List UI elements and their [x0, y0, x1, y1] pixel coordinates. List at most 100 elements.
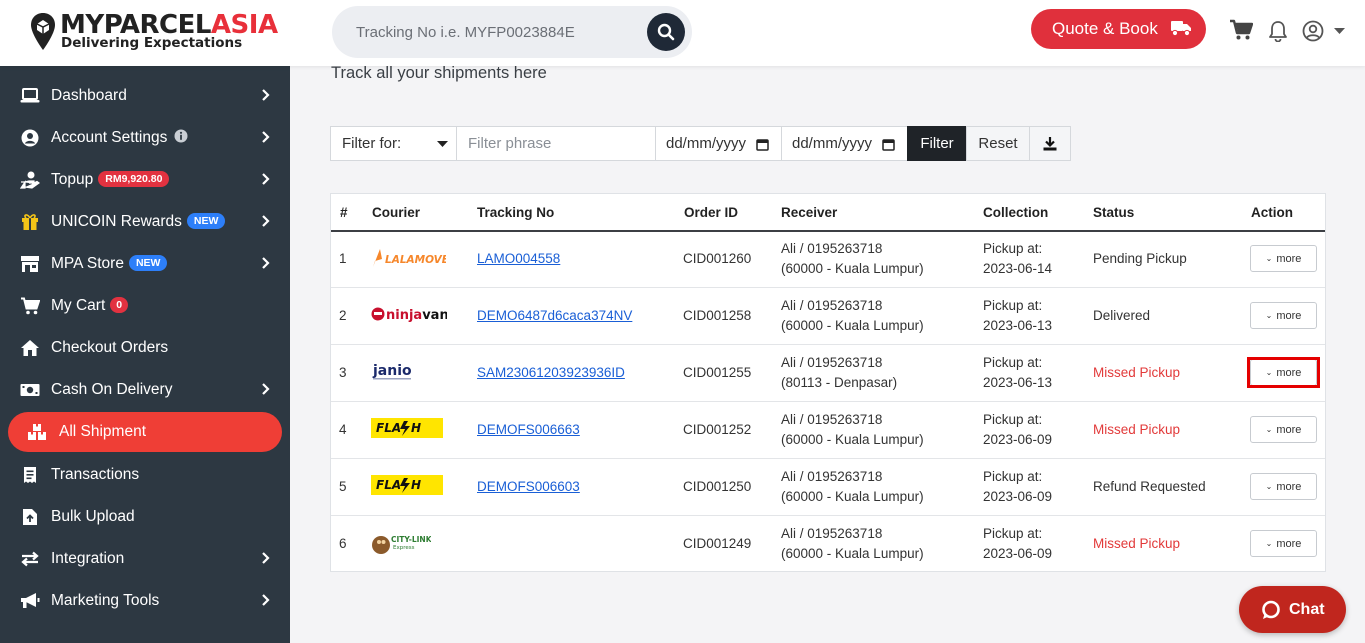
- sidebar-item-cash-on-delivery[interactable]: Cash On Delivery: [0, 370, 290, 410]
- more-actions-button[interactable]: ⌄ more: [1250, 530, 1317, 557]
- chevron-right-icon: [262, 594, 270, 606]
- row-number: 4: [339, 422, 347, 437]
- tracking-link[interactable]: DEMOFS006663: [477, 420, 580, 440]
- svg-text:FLA: FLA: [376, 478, 401, 492]
- tracking-search-input[interactable]: [356, 20, 616, 44]
- svg-text:LALAMOVE: LALAMOVE: [385, 254, 446, 266]
- courier-logo: FLA H: [371, 475, 443, 501]
- search-button[interactable]: [647, 13, 685, 51]
- sidebar-item-integration[interactable]: Integration: [0, 539, 290, 579]
- tracking-link[interactable]: DEMO6487d6caca374NV: [477, 306, 632, 326]
- chevron-down-icon: ⌄: [1265, 254, 1273, 263]
- courier-logo: FLA H: [371, 418, 443, 444]
- cart-count-badge: 0: [110, 297, 129, 313]
- column-header-action: Action: [1251, 205, 1293, 220]
- sidebar-item-label: Bulk Upload: [51, 508, 135, 525]
- exchange-icon: [20, 550, 40, 568]
- filter-button[interactable]: Filter: [907, 126, 967, 161]
- store-icon: [20, 255, 40, 273]
- quote-and-book-button[interactable]: Quote & Book: [1031, 9, 1206, 49]
- home-icon: [20, 339, 40, 357]
- order-id: CID001249: [683, 536, 752, 551]
- receiver-info: Ali / 0195263718 (60000 - Kuala Lumpur): [781, 469, 924, 504]
- chevron-right-icon: [262, 173, 270, 185]
- row-divider: [331, 344, 1325, 345]
- svg-text:H: H: [411, 478, 421, 492]
- tracking-link[interactable]: LAMO004558: [477, 249, 560, 269]
- date-to-input[interactable]: dd/mm/yyyy: [781, 126, 908, 161]
- chat-bubble-icon: [1262, 600, 1280, 619]
- more-actions-button[interactable]: ⌄ more: [1250, 302, 1317, 329]
- more-actions-button[interactable]: ⌄ more: [1250, 473, 1317, 500]
- svg-text:CITY-LINK: CITY-LINK: [391, 535, 431, 544]
- sidebar-item-label: Checkout Orders: [51, 339, 169, 356]
- collection-info: Pickup at: 2023-06-13: [983, 355, 1053, 390]
- myparcelasia-logo[interactable]: MYPARCELASIA Delivering Expectations: [30, 10, 280, 56]
- sidebar-item-account-settings[interactable]: Account Settings: [0, 118, 290, 158]
- date-from-input[interactable]: dd/mm/yyyy: [655, 126, 782, 161]
- sidebar-nav: Dashboard Account Settings Topup RM9,920.…: [0, 66, 290, 643]
- filter-for-select[interactable]: Filter for:: [330, 126, 457, 161]
- megaphone-icon: [20, 592, 40, 610]
- tracking-link[interactable]: SAM23061203923936ID: [477, 363, 625, 383]
- sidebar-item-label: Transactions: [51, 466, 140, 483]
- svg-text:H: H: [411, 421, 421, 435]
- row-number: 2: [339, 308, 347, 323]
- sidebar-item-dashboard[interactable]: Dashboard: [0, 76, 290, 116]
- sidebar-item-my-cart[interactable]: My Cart 0: [0, 286, 290, 326]
- collection-info: Pickup at: 2023-06-09: [983, 526, 1053, 561]
- chat-button[interactable]: Chat: [1239, 586, 1346, 633]
- reset-button[interactable]: Reset: [966, 126, 1030, 161]
- sidebar-item-checkout-orders[interactable]: Checkout Orders: [0, 328, 290, 368]
- user-circle-icon: [20, 129, 40, 147]
- receiver-info: Ali / 0195263718 (60000 - Kuala Lumpur): [781, 241, 924, 276]
- calendar-icon[interactable]: [882, 138, 895, 151]
- more-actions-button[interactable]: ⌄ more: [1250, 245, 1317, 272]
- chevron-down-icon: ⌄: [1265, 482, 1273, 491]
- sidebar-item-mpa-store[interactable]: MPA Store NEW: [0, 244, 290, 284]
- new-badge: NEW: [186, 213, 226, 229]
- download-button[interactable]: [1029, 126, 1071, 161]
- sidebar-item-all-shipment[interactable]: All Shipment: [8, 412, 282, 452]
- receiver-info: Ali / 0195263718 (80113 - Denpasar): [781, 355, 898, 390]
- status-text: Missed Pickup: [1093, 365, 1181, 380]
- balance-badge: RM9,920.80: [98, 171, 170, 187]
- sidebar-item-label: All Shipment: [59, 423, 147, 440]
- calendar-icon[interactable]: [756, 138, 769, 151]
- column-header-number: #: [340, 205, 348, 220]
- sidebar-item-label: MPA Store NEW: [51, 255, 168, 273]
- status-text: Delivered: [1093, 308, 1151, 323]
- cart-icon[interactable]: [1229, 19, 1253, 41]
- row-divider: [331, 287, 1325, 288]
- chevron-down-icon: ⌄: [1265, 425, 1273, 434]
- more-actions-button[interactable]: ⌄ more: [1250, 416, 1317, 443]
- column-header-order-id: Order ID: [684, 205, 739, 220]
- sidebar-item-label: Marketing Tools: [51, 592, 160, 609]
- receiver-info: Ali / 0195263718 (60000 - Kuala Lumpur): [781, 412, 924, 447]
- sidebar-item-label: Account Settings: [51, 129, 188, 147]
- order-id: CID001258: [683, 308, 752, 323]
- order-id: CID001250: [683, 479, 752, 494]
- receiver-info: Ali / 0195263718 (60000 - Kuala Lumpur): [781, 526, 924, 561]
- sidebar-item-bulk-upload[interactable]: Bulk Upload: [0, 497, 290, 537]
- bell-icon[interactable]: [1268, 20, 1288, 42]
- row-number: 5: [339, 479, 347, 494]
- row-number: 1: [339, 251, 347, 266]
- svg-text:Express: Express: [393, 545, 415, 551]
- order-id: CID001252: [683, 422, 752, 437]
- sidebar-item-label: UNICOIN Rewards NEW: [51, 213, 226, 231]
- column-header-receiver: Receiver: [781, 205, 838, 220]
- sidebar-item-transactions[interactable]: Transactions: [0, 455, 290, 495]
- sidebar-item-topup[interactable]: Topup RM9,920.80: [0, 160, 290, 200]
- user-circle-icon[interactable]: [1302, 20, 1324, 42]
- sidebar-item-label: Integration: [51, 550, 125, 567]
- row-divider: [331, 401, 1325, 402]
- caret-down-icon[interactable]: [1334, 28, 1345, 34]
- tracking-link[interactable]: DEMOFS006603: [477, 477, 580, 497]
- filter-phrase-input[interactable]: Filter phrase: [456, 126, 656, 161]
- sidebar-item-unicoin-rewards[interactable]: UNICOIN Rewards NEW: [0, 202, 290, 242]
- hand-coin-icon: [20, 171, 40, 189]
- info-icon: [174, 129, 188, 143]
- sidebar-item-marketing-tools[interactable]: Marketing Tools: [0, 581, 290, 621]
- receipt-icon: [20, 466, 40, 484]
